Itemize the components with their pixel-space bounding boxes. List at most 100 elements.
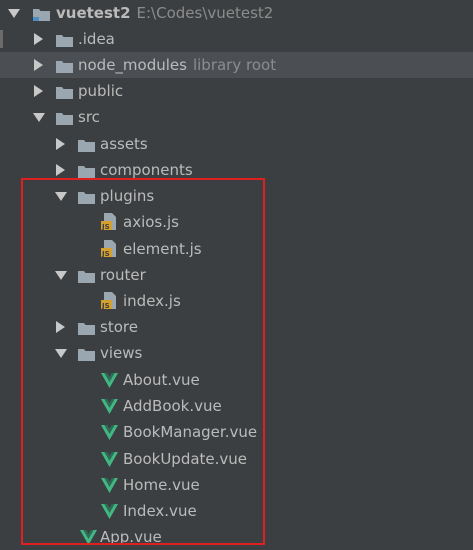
tree-item-label: BookUpdate.vue — [123, 446, 247, 472]
vue-file-icon — [101, 373, 118, 388]
item-name: AddBook.vue — [123, 397, 222, 415]
folder-icon — [78, 321, 95, 335]
collapse-arrow-icon[interactable] — [55, 314, 66, 340]
tree-item-assets[interactable]: assets — [0, 131, 473, 157]
vue-file-icon — [101, 399, 118, 414]
item-name: .idea — [78, 30, 115, 48]
tree-item-public[interactable]: public — [0, 78, 473, 104]
tree-item-bookupdate-vue[interactable]: BookUpdate.vue — [0, 446, 473, 472]
expand-arrow-icon[interactable] — [55, 340, 67, 366]
item-name: store — [100, 318, 138, 336]
folder-icon — [78, 269, 95, 283]
item-name: element.js — [123, 240, 202, 258]
project-folder-icon — [33, 7, 50, 21]
tree-item-label: axios.js — [123, 209, 179, 235]
tree-item-components[interactable]: components — [0, 157, 473, 183]
tree-item-label: assets — [100, 131, 148, 157]
collapse-arrow-icon[interactable] — [33, 78, 44, 104]
item-name: BookManager.vue — [123, 423, 258, 441]
tree-item-addbook-vue[interactable]: AddBook.vue — [0, 393, 473, 419]
folder-icon — [56, 111, 73, 125]
item-name: BookUpdate.vue — [123, 450, 248, 468]
tree-item-label: Home.vue — [123, 472, 200, 498]
vue-file-icon — [101, 478, 118, 493]
js-file-icon: JS — [101, 240, 117, 258]
svg-text:JS: JS — [101, 250, 110, 257]
item-extra-text: library root — [192, 56, 277, 74]
item-name: assets — [100, 135, 148, 153]
tree-item-home-vue[interactable]: Home.vue — [0, 472, 473, 498]
tree-item-app-vue[interactable]: App.vue — [0, 524, 473, 550]
tree-item-label: router — [100, 262, 146, 288]
tree-item-label: src — [78, 104, 100, 130]
tree-item-label: BookManager.vue — [123, 419, 257, 445]
item-name: Index.vue — [123, 502, 197, 520]
js-file-icon: JS — [101, 213, 117, 231]
svg-text:JS: JS — [101, 302, 110, 309]
folder-icon — [78, 138, 95, 152]
expand-arrow-icon[interactable] — [8, 0, 20, 26]
tree-item-store[interactable]: store — [0, 314, 473, 340]
vue-file-icon — [101, 504, 118, 519]
tree-item-label: index.js — [123, 288, 181, 314]
tree-item-bookmanager-vue[interactable]: BookManager.vue — [0, 419, 473, 445]
collapse-arrow-icon[interactable] — [55, 157, 66, 183]
item-name: views — [100, 344, 143, 362]
tree-item-index-js[interactable]: JS index.js — [0, 288, 473, 314]
tree-item-idea[interactable]: .idea — [0, 26, 473, 52]
collapse-arrow-icon[interactable] — [33, 52, 44, 78]
tree-item-label: Index.vue — [123, 498, 197, 524]
tree-item-label: components — [100, 157, 193, 183]
tree-item-label: plugins — [100, 183, 154, 209]
item-name: components — [100, 161, 193, 179]
item-name: About.vue — [123, 371, 200, 389]
tree-item-src[interactable]: src — [0, 104, 473, 130]
tree-item-label: store — [100, 314, 138, 340]
expand-arrow-icon[interactable] — [55, 183, 67, 209]
folder-icon — [78, 190, 95, 204]
item-name: node_modules — [78, 56, 187, 74]
tree-item-element-js[interactable]: JS element.js — [0, 236, 473, 262]
item-name: plugins — [100, 187, 155, 205]
tree-item-axios-js[interactable]: JS axios.js — [0, 209, 473, 235]
folder-icon — [78, 347, 95, 361]
item-name: src — [78, 108, 100, 126]
collapse-arrow-icon[interactable] — [33, 26, 44, 52]
item-name: public — [78, 82, 124, 100]
item-name: index.js — [123, 292, 181, 310]
tree-item-router[interactable]: router — [0, 262, 473, 288]
expand-arrow-icon[interactable] — [55, 262, 67, 288]
folder-icon — [56, 59, 73, 73]
tree-item-label: App.vue — [100, 524, 162, 550]
folder-icon — [56, 85, 73, 99]
vue-file-icon — [101, 425, 118, 440]
tree-item-views[interactable]: views — [0, 340, 473, 366]
expand-arrow-icon[interactable] — [33, 104, 45, 130]
tree-item-about-vue[interactable]: About.vue — [0, 367, 473, 393]
tree-item-index-vue[interactable]: Index.vue — [0, 498, 473, 524]
collapse-arrow-icon[interactable] — [55, 131, 66, 157]
vue-file-icon — [101, 452, 118, 467]
item-name: router — [100, 266, 146, 284]
tree-item-label: vuetest2 E:\Codes\vuetest2 — [56, 0, 273, 26]
tree-item-node-modules[interactable]: node_modules library root — [0, 52, 473, 78]
svg-text:JS: JS — [101, 223, 110, 230]
folder-icon — [78, 164, 95, 178]
folder-icon — [56, 33, 73, 47]
item-name: Home.vue — [123, 476, 200, 494]
item-name: axios.js — [123, 213, 179, 231]
tree-item-label: About.vue — [123, 367, 200, 393]
item-name: vuetest2 — [56, 4, 131, 22]
item-name: App.vue — [100, 528, 162, 546]
tree-item-plugins[interactable]: plugins — [0, 183, 473, 209]
tree-item-label: element.js — [123, 236, 202, 262]
tree-item-label: .idea — [78, 26, 115, 52]
item-extra-text: E:\Codes\vuetest2 — [136, 4, 274, 22]
tree-item-label: node_modules library root — [78, 52, 276, 78]
tree-item-label: public — [78, 78, 123, 104]
vue-file-icon — [80, 530, 97, 545]
tree-item-vuetest2[interactable]: vuetest2 E:\Codes\vuetest2 — [0, 0, 473, 26]
gutter-marker — [0, 30, 3, 48]
tree-item-label: AddBook.vue — [123, 393, 222, 419]
tree-item-label: views — [100, 340, 142, 366]
